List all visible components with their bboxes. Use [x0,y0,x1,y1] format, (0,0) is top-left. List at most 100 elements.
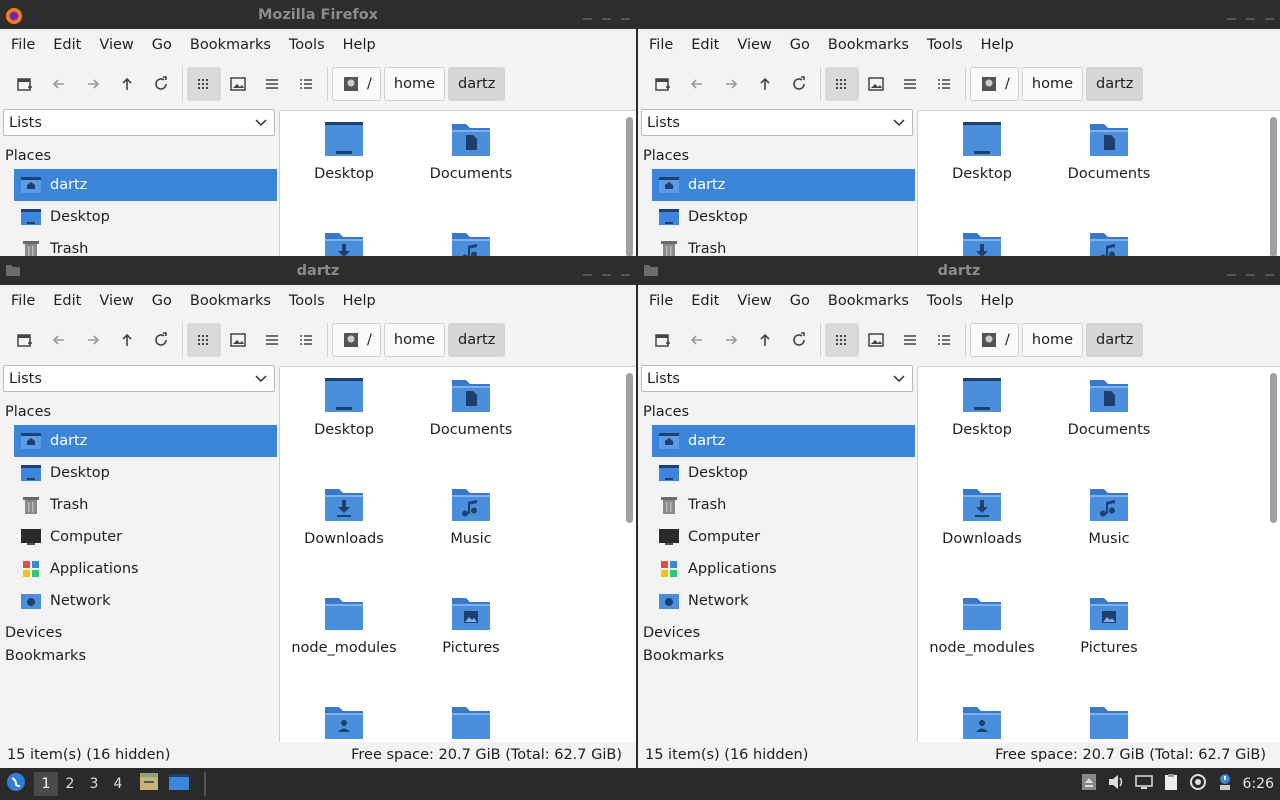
icon-view-button[interactable] [187,323,221,357]
window-titlebar[interactable]: dartz [0,256,636,285]
new-tab-button[interactable] [646,323,680,357]
thumbnail-view-button[interactable] [859,323,893,357]
sidebar-item-dartz[interactable]: dartz [14,169,277,201]
file-item[interactable]: Downloads [281,483,407,547]
back-button[interactable] [680,323,714,357]
detailed-list-view-button[interactable] [289,67,323,101]
scrollbar[interactable] [1270,373,1277,523]
window-titlebar[interactable]: dartz [638,256,1280,285]
file-item[interactable]: Desktop [281,374,407,438]
compact-view-button[interactable] [893,323,927,357]
menu-go[interactable]: Go [781,293,819,309]
sidebar-mode-select[interactable]: Lists [641,365,913,392]
back-button[interactable] [42,67,76,101]
menu-file[interactable]: File [640,293,682,309]
file-item[interactable]: Downloads [919,227,1045,256]
file-view[interactable]: Desktop Documents Downloads Music node_modul… [917,366,1280,742]
sidebar-item-dartz[interactable]: dartz [652,425,915,457]
maximize-button[interactable] [602,9,611,20]
reload-button[interactable] [782,67,816,101]
eject-icon[interactable] [1081,773,1097,795]
breadcrumb-dartz[interactable]: dartz [448,67,506,101]
file-view[interactable]: Desktop Documents Downloads Music node_modul… [279,366,636,742]
forward-button[interactable] [76,323,110,357]
new-tab-button[interactable] [646,67,680,101]
file-manager-launcher-icon[interactable] [138,772,160,796]
file-item[interactable]: Music [408,227,534,256]
sidebar-item-desktop[interactable]: Desktop [14,201,277,233]
file-item[interactable]: node_modules [281,592,407,656]
maximize-button[interactable] [602,265,611,276]
sidebar-item-desktop[interactable]: Desktop [652,201,915,233]
sidebar-item-desktop[interactable]: Desktop [14,457,277,489]
menu-edit[interactable]: Edit [44,37,90,53]
detailed-list-view-button[interactable] [289,323,323,357]
sidebar-mode-select[interactable]: Lists [3,365,275,392]
maximize-button[interactable] [1246,265,1255,276]
menu-bookmarks[interactable]: Bookmarks [819,37,918,53]
menu-view[interactable]: View [90,37,142,53]
breadcrumb-root[interactable]: / [332,67,381,101]
menu-go[interactable]: Go [781,37,819,53]
sidebar-item-dartz[interactable]: dartz [652,169,915,201]
file-item[interactable]: Documents [408,374,534,438]
minimize-button[interactable] [583,265,592,276]
sidebar-item-trash[interactable]: Trash [652,489,915,521]
file-item[interactable]: Desktop [281,118,407,182]
sidebar-item-applications[interactable]: Applications [14,553,277,585]
menu-tools[interactable]: Tools [918,37,972,53]
sidebar-mode-select[interactable]: Lists [3,109,275,136]
workspace-3[interactable]: 3 [82,772,106,796]
file-item[interactable]: Documents [1046,374,1172,438]
volume-icon[interactable] [1107,774,1125,794]
menu-view[interactable]: View [728,293,780,309]
breadcrumb-home[interactable]: home [383,67,445,101]
menu-edit[interactable]: Edit [682,293,728,309]
workspace-1[interactable]: 1 [34,772,58,796]
maximize-button[interactable] [1246,9,1255,20]
breadcrumb-root[interactable]: / [970,67,1019,101]
desktop-launcher-icon[interactable] [168,773,190,795]
detailed-list-view-button[interactable] [927,323,961,357]
file-item[interactable]: Music [408,483,534,547]
up-button[interactable] [748,323,782,357]
new-tab-button[interactable] [8,67,42,101]
sidebar-item-computer[interactable]: Computer [14,521,277,553]
menu-go[interactable]: Go [143,293,181,309]
compact-view-button[interactable] [255,323,289,357]
back-button[interactable] [42,323,76,357]
file-view[interactable]: Desktop Documents DownloadsMusic [279,110,636,256]
sidebar-item-trash[interactable]: Trash [652,233,915,256]
window-titlebar[interactable]: Mozilla Firefox [0,0,636,29]
thumbnail-view-button[interactable] [221,323,255,357]
file-item[interactable]: Desktop [919,118,1045,182]
window-titlebar[interactable] [638,0,1280,29]
file-item[interactable]: Music [1046,227,1172,256]
compact-view-button[interactable] [255,67,289,101]
sidebar-item-trash[interactable]: Trash [14,233,277,256]
breadcrumb-dartz[interactable]: dartz [1086,67,1144,101]
clock[interactable]: 6:26 [1243,776,1274,792]
close-button[interactable] [1265,9,1274,20]
menu-bookmarks[interactable]: Bookmarks [181,37,280,53]
menu-help[interactable]: Help [334,37,385,53]
breadcrumb-root[interactable]: / [970,323,1019,357]
file-item[interactable]: Downloads [919,483,1045,547]
scrollbar[interactable] [626,117,633,256]
sidebar-item-desktop[interactable]: Desktop [652,457,915,489]
up-button[interactable] [748,67,782,101]
workspace-4[interactable]: 4 [106,772,130,796]
menu-help[interactable]: Help [972,293,1023,309]
close-button[interactable] [621,265,630,276]
menu-file[interactable]: File [640,37,682,53]
minimize-button[interactable] [1227,265,1236,276]
menu-bookmarks[interactable]: Bookmarks [819,293,918,309]
new-tab-button[interactable] [8,323,42,357]
back-button[interactable] [680,67,714,101]
reload-button[interactable] [144,67,178,101]
minimize-button[interactable] [1227,9,1236,20]
icon-view-button[interactable] [825,323,859,357]
menu-edit[interactable]: Edit [44,293,90,309]
file-item[interactable]: Pictures [1046,592,1172,656]
update-icon[interactable] [1189,773,1207,795]
